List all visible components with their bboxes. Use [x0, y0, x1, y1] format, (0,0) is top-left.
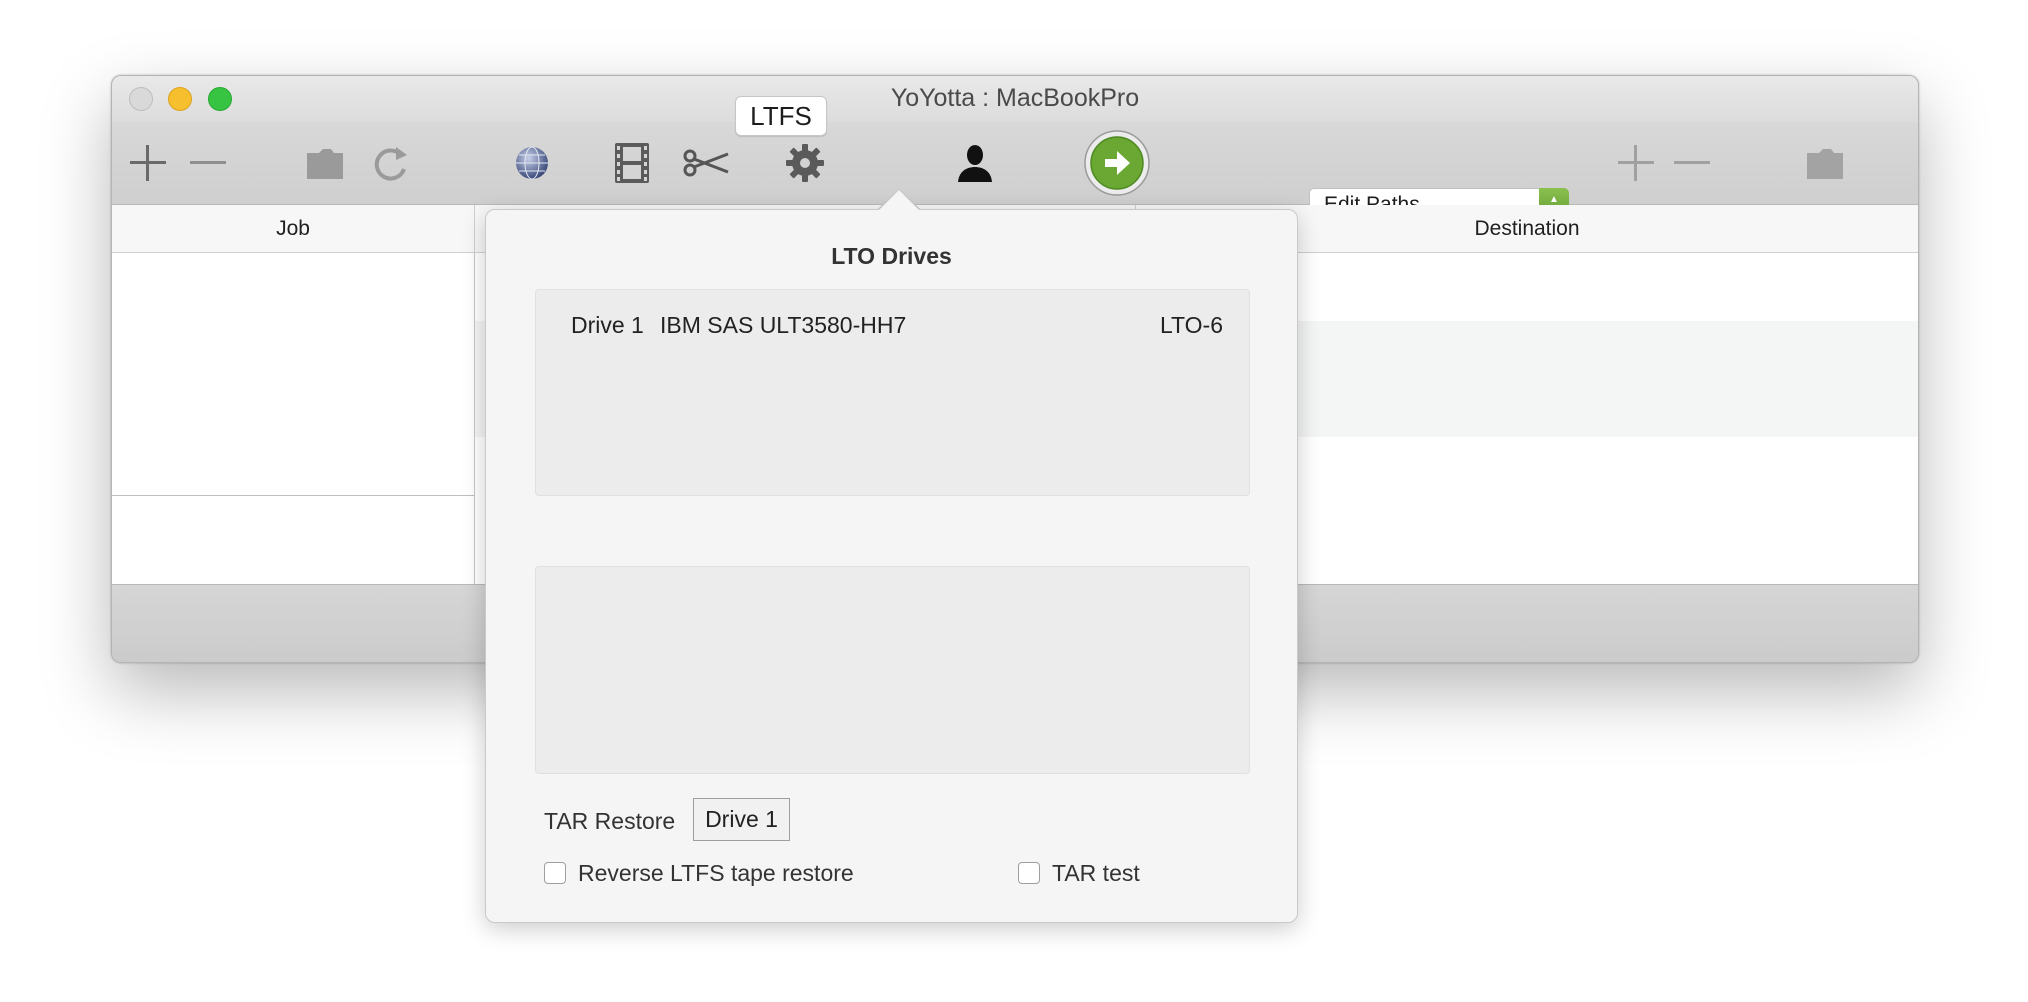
lto-drives-popover: LTO Drives Drive 1 IBM SAS ULT3580-HH7 L… — [485, 209, 1298, 923]
popover-title: LTO Drives — [831, 243, 952, 269]
folder-icon — [1807, 149, 1843, 179]
add-icon — [130, 145, 166, 181]
job-column-header[interactable]: Job — [112, 205, 475, 253]
open-folder-button[interactable] — [302, 122, 348, 204]
reverse-ltfs-restore-option[interactable]: Reverse LTFS tape restore — [544, 858, 854, 888]
list-item[interactable]: Drive 1 IBM SAS ULT3580-HH7 LTO-6 — [536, 312, 1249, 342]
toolbar: Edit Paths... ▲▼ — [112, 122, 1918, 222]
refresh-button[interactable] — [368, 122, 414, 204]
drive-model: IBM SAS ULT3580-HH7 — [660, 312, 907, 338]
drive-name: Drive 1 — [571, 312, 644, 338]
film-icon — [615, 143, 649, 183]
add-icon — [1618, 145, 1654, 181]
remove-job-button[interactable] — [186, 122, 230, 204]
remove-icon — [190, 161, 226, 164]
network-button[interactable] — [509, 122, 555, 204]
tar-test-option[interactable]: TAR test — [1018, 858, 1140, 888]
refresh-icon — [374, 147, 407, 181]
add-job-button[interactable] — [126, 122, 170, 204]
add-path-button[interactable] — [1613, 122, 1659, 204]
user-button[interactable] — [952, 122, 998, 204]
ltfs-button[interactable]: LTFS — [735, 96, 827, 136]
gear-icon — [786, 144, 824, 182]
network-globe-icon — [516, 146, 548, 180]
popover-arrow-fill — [878, 190, 920, 211]
start-transfer-button[interactable] — [1082, 122, 1152, 204]
tar-test-label: TAR test — [1052, 859, 1140, 886]
drive-list[interactable]: Drive 1 IBM SAS ULT3580-HH7 LTO-6 — [535, 289, 1250, 496]
reverse-ltfs-restore-label: Reverse LTFS tape restore — [578, 859, 854, 886]
go-arrow-icon — [1084, 130, 1150, 196]
job-list[interactable] — [112, 253, 475, 584]
destination-folder-button[interactable] — [1802, 122, 1848, 204]
trim-button[interactable] — [678, 122, 734, 204]
reverse-ltfs-restore-checkbox[interactable] — [544, 862, 566, 884]
tar-test-checkbox[interactable] — [1018, 862, 1040, 884]
drive-type: LTO-6 — [1159, 312, 1223, 338]
job-list-divider — [112, 495, 474, 496]
media-button[interactable] — [609, 122, 655, 204]
tape-list[interactable] — [535, 566, 1250, 774]
remove-path-button[interactable] — [1669, 122, 1715, 204]
window-title: YoYotta : MacBookPro — [890, 84, 1140, 112]
user-icon — [958, 145, 992, 182]
title-bar: YoYotta : MacBookPro — [112, 76, 1918, 122]
scissors-icon — [683, 149, 729, 177]
tar-restore-label: TAR Restore — [544, 808, 676, 834]
folder-icon — [307, 149, 343, 179]
remove-icon — [1674, 161, 1710, 164]
tar-restore-drive-field[interactable]: Drive 1 — [693, 798, 790, 841]
